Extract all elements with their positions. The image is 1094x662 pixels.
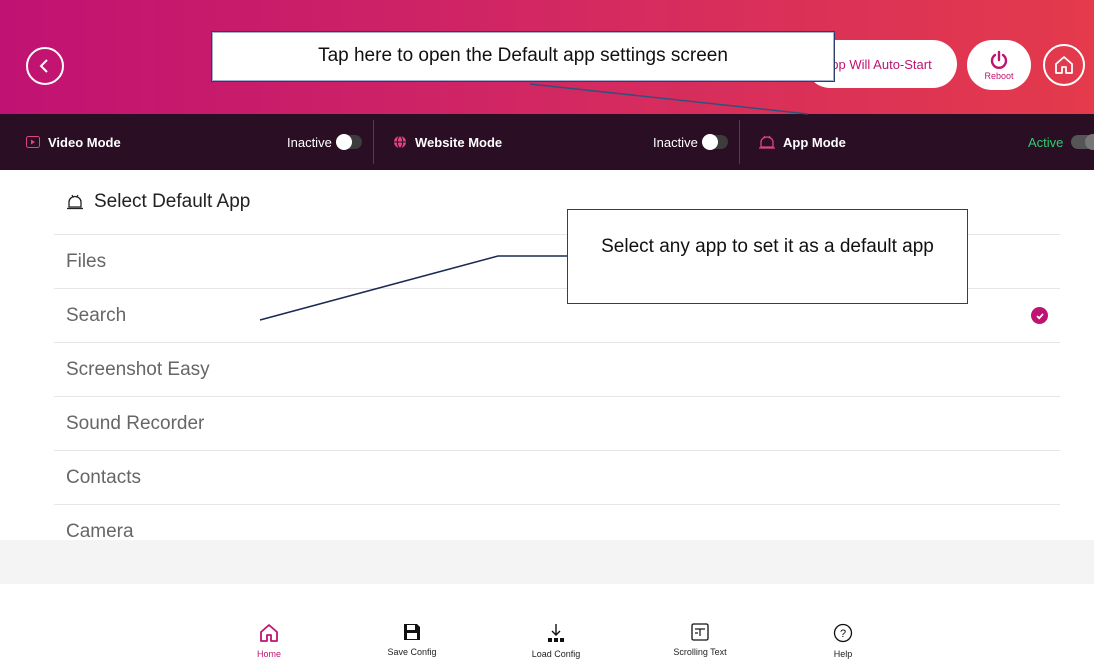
help-icon: ? <box>833 623 853 643</box>
svg-text:?: ? <box>840 628 846 640</box>
app-list-item[interactable]: Sound Recorder <box>54 397 1060 451</box>
toggle-switch <box>335 134 362 150</box>
reboot-button[interactable]: Reboot <box>967 40 1031 90</box>
play-icon <box>26 136 40 148</box>
mode-video-label: Video Mode <box>48 134 121 150</box>
toggle-switch <box>701 134 728 150</box>
download-icon <box>548 624 564 642</box>
home-header-button[interactable] <box>1043 44 1085 86</box>
app-label: Files <box>66 250 107 272</box>
nav-scrolling-text[interactable]: Scrolling Text <box>650 623 750 657</box>
home-icon <box>260 624 278 642</box>
callout-top: Tap here to open the Default app setting… <box>211 31 835 82</box>
app-list-item[interactable]: Contacts <box>54 451 1060 505</box>
checkmark-icon <box>1031 307 1048 324</box>
mode-bar: Video Mode Inactive Website Mode Inactiv… <box>0 114 1094 170</box>
chevron-left-icon <box>39 59 48 73</box>
app-label: Search <box>66 304 127 326</box>
nav-save-config[interactable]: Save Config <box>362 623 462 657</box>
nav-home[interactable]: Home <box>219 623 319 659</box>
callout-middle: Select any app to set it as a default ap… <box>567 209 968 304</box>
app-bell-icon <box>67 194 83 210</box>
nav-save-label: Save Config <box>387 647 437 657</box>
power-icon <box>990 50 1008 69</box>
nav-help-label: Help <box>833 649 853 659</box>
auto-start-label: pp Will Auto-Start <box>831 56 932 72</box>
mode-app-status: Active <box>1028 134 1064 150</box>
scrolling-text-icon <box>691 623 709 641</box>
callout-middle-text: Select any app to set it as a default ap… <box>601 236 934 257</box>
mode-app-toggle[interactable]: Active <box>1028 134 1094 150</box>
panel-title: Select Default App <box>94 191 251 212</box>
app-list-item[interactable]: Screenshot Easy <box>54 343 1060 397</box>
app-label: Camera <box>66 520 134 541</box>
home-icon <box>1055 56 1073 74</box>
bottom-nav: Home Save Config Load Config Scrolling T… <box>0 585 1094 662</box>
app-list-item[interactable]: Camera <box>54 505 1060 541</box>
back-button[interactable] <box>26 47 64 85</box>
app-label: Screenshot Easy <box>66 358 210 380</box>
mode-app-label: App Mode <box>783 134 846 150</box>
mode-website-toggle[interactable]: Inactive <box>653 134 728 150</box>
app-label: Sound Recorder <box>66 412 205 434</box>
toggle-switch <box>1071 134 1094 150</box>
app-bell-icon <box>759 135 775 149</box>
reboot-label: Reboot <box>984 70 1014 81</box>
nav-load-config[interactable]: Load Config <box>506 623 606 659</box>
nav-scrolling-label: Scrolling Text <box>673 647 727 657</box>
mode-video-status: Inactive <box>287 134 332 150</box>
mode-video[interactable]: Video Mode Inactive <box>26 114 366 170</box>
nav-load-label: Load Config <box>531 649 581 659</box>
mode-website-label: Website Mode <box>415 134 503 150</box>
panel-footer-band <box>0 540 1094 584</box>
app-label: Contacts <box>66 466 141 488</box>
nav-help[interactable]: ? Help <box>793 623 893 659</box>
callout-top-text: Tap here to open the Default app setting… <box>318 45 728 66</box>
save-icon <box>404 624 420 640</box>
mode-video-toggle[interactable]: Inactive <box>287 134 362 150</box>
mode-website[interactable]: Website Mode Inactive <box>393 114 733 170</box>
mode-app[interactable]: App Mode Active <box>759 114 1094 170</box>
mode-divider <box>373 120 374 164</box>
globe-icon <box>394 135 406 149</box>
mode-website-status: Inactive <box>653 134 698 150</box>
mode-divider <box>739 120 740 164</box>
nav-home-label: Home <box>256 649 281 659</box>
